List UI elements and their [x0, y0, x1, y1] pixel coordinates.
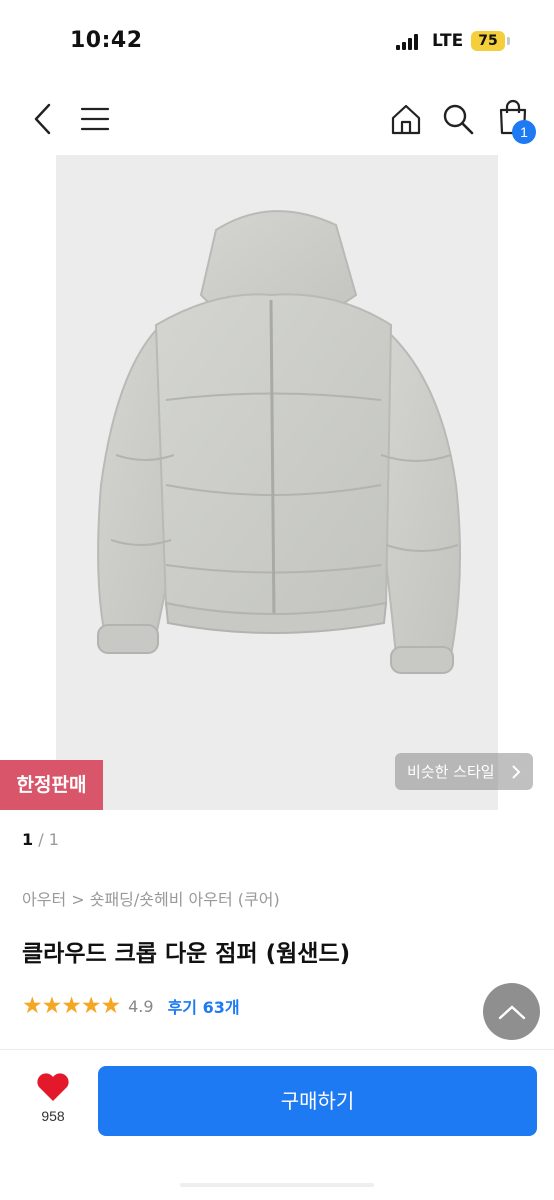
battery-tip: [507, 37, 510, 45]
product-title: 클라우드 크롭 다운 점퍼 (웜샌드): [22, 941, 351, 967]
battery-icon: 75: [471, 31, 505, 51]
search-button[interactable]: [440, 101, 476, 137]
divider: [0, 1049, 554, 1050]
jacket-illustration: [97, 210, 461, 674]
like-count: 958: [41, 1108, 65, 1124]
limited-sale-badge: 한정판매: [0, 760, 103, 810]
chevron-left-icon: [34, 103, 51, 135]
like-button[interactable]: 958: [30, 1072, 76, 1132]
chevron-right-icon: [512, 764, 521, 779]
home-icon: [391, 104, 421, 135]
chevron-up-icon: [498, 1004, 525, 1019]
signal-icon: [396, 34, 424, 50]
scroll-top-button[interactable]: [483, 983, 540, 1040]
rating-score: 4.9: [128, 996, 154, 1016]
status-time: 10:42: [70, 28, 143, 53]
rating-row: ★★★★★ 4.9 후기 63개: [22, 993, 240, 1019]
heart-icon: [37, 1073, 69, 1101]
search-icon: [443, 104, 474, 135]
network-label: LTE: [432, 31, 464, 51]
back-button[interactable]: [24, 100, 60, 138]
menu-button[interactable]: [78, 103, 112, 135]
breadcrumb[interactable]: 아우터 > 숏패딩/숏헤비 아우터 (쿠어): [22, 886, 280, 910]
image-pager: 1 / 1: [22, 830, 59, 849]
hamburger-menu-icon: [80, 107, 110, 131]
buy-button[interactable]: 구매하기: [98, 1066, 537, 1136]
similar-style-label: 비슷한 스타일: [407, 763, 495, 781]
home-indicator: [180, 1183, 374, 1187]
cart-count-badge: 1: [512, 120, 536, 144]
home-button[interactable]: [388, 101, 424, 137]
pager-current: 1: [22, 830, 34, 849]
review-count-link[interactable]: 후기 63개: [168, 994, 240, 1018]
pager-total: / 1: [38, 830, 59, 849]
product-image[interactable]: [56, 155, 498, 810]
star-rating-icon: ★★★★★: [22, 993, 121, 1019]
similar-style-button[interactable]: 비슷한 스타일: [395, 753, 533, 790]
